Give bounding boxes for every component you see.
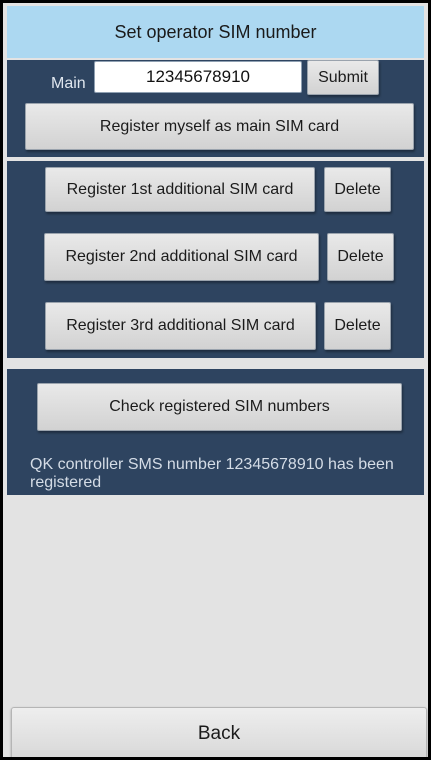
main-sim-panel: Main Submit Register myself as main SIM … [7, 60, 424, 157]
additional-sim-panel: Register 1st additional SIM card Delete … [7, 161, 424, 358]
register-main-sim-button[interactable]: Register myself as main SIM card [25, 103, 414, 150]
check-registered-sim-button[interactable]: Check registered SIM numbers [37, 383, 402, 431]
sim-settings-screen: Set operator SIM number Main Submit Regi… [0, 0, 431, 760]
register-2nd-additional-sim-button[interactable]: Register 2nd additional SIM card [44, 233, 319, 281]
submit-button[interactable]: Submit [307, 60, 379, 95]
page-title: Set operator SIM number [7, 6, 424, 58]
check-panel: Check registered SIM numbers QK controll… [7, 369, 424, 495]
registration-status-message: QK controller SMS number 12345678910 has… [30, 456, 394, 491]
delete-2nd-additional-sim-button[interactable]: Delete [327, 233, 394, 281]
delete-1st-additional-sim-button[interactable]: Delete [324, 167, 391, 212]
register-3rd-additional-sim-button[interactable]: Register 3rd additional SIM card [45, 302, 316, 350]
back-button[interactable]: Back [11, 707, 427, 757]
delete-3rd-additional-sim-button[interactable]: Delete [324, 302, 391, 350]
register-1st-additional-sim-button[interactable]: Register 1st additional SIM card [45, 167, 315, 212]
main-sim-label: Main [51, 75, 86, 92]
main-sim-number-input[interactable] [94, 61, 302, 93]
